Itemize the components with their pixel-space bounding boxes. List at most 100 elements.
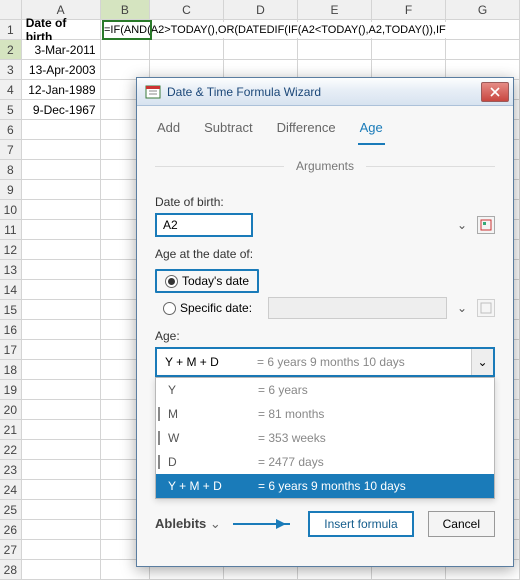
cell[interactable] (22, 260, 101, 280)
cell[interactable] (22, 340, 101, 360)
chevron-down-icon[interactable]: ⌄ (455, 218, 469, 232)
brand-label[interactable]: Ablebits ⌄ (155, 516, 221, 532)
close-button[interactable] (481, 82, 509, 102)
cell[interactable] (22, 440, 101, 460)
cell[interactable] (22, 220, 101, 240)
col-header-C[interactable]: C (150, 0, 224, 20)
row-header[interactable]: 15 (0, 300, 22, 320)
option-d[interactable]: D= 2477 days (156, 450, 494, 474)
date-time-wizard-dialog: Date & Time Formula Wizard Add Subtract … (136, 77, 514, 567)
tab-age[interactable]: Age (358, 116, 385, 145)
tab-subtract[interactable]: Subtract (202, 116, 254, 145)
wizard-tabs: Add Subtract Difference Age (137, 106, 513, 145)
tab-add[interactable]: Add (155, 116, 182, 145)
radio-checked-icon (165, 275, 178, 288)
row-header[interactable]: 6 (0, 120, 22, 140)
arguments-separator: Arguments (155, 159, 495, 173)
row-header[interactable]: 20 (0, 400, 22, 420)
dob-label: Date of birth: (155, 195, 495, 209)
row-header[interactable]: 16 (0, 320, 22, 340)
col-header-F[interactable]: F (372, 0, 446, 20)
cell[interactable]: 13-Apr-2003 (22, 60, 101, 80)
cell[interactable] (22, 560, 101, 580)
row-header[interactable]: 1 (0, 20, 22, 40)
cell[interactable] (22, 420, 101, 440)
cell[interactable]: 3-Mar-2011 (22, 40, 101, 60)
row-header[interactable]: 23 (0, 460, 22, 480)
tab-difference[interactable]: Difference (275, 116, 338, 145)
cell[interactable] (224, 40, 298, 60)
insert-formula-button[interactable]: Insert formula (308, 511, 413, 537)
option-m[interactable]: M= 81 months (156, 402, 494, 426)
cell[interactable] (22, 200, 101, 220)
cell[interactable] (372, 40, 446, 60)
select-all-corner[interactable] (0, 0, 22, 20)
row-header[interactable]: 11 (0, 220, 22, 240)
row-header[interactable]: 4 (0, 80, 22, 100)
cell[interactable] (101, 40, 150, 60)
dob-input[interactable] (155, 213, 253, 237)
cell[interactable] (22, 120, 101, 140)
cell[interactable] (298, 40, 372, 60)
cell[interactable]: 9-Dec-1967 (22, 100, 101, 120)
option-w[interactable]: W= 353 weeks (156, 426, 494, 450)
cell[interactable] (22, 160, 101, 180)
radio-specific-date[interactable]: Specific date: (155, 298, 260, 318)
row-header[interactable]: 2 (0, 40, 22, 60)
row-header[interactable]: 10 (0, 200, 22, 220)
range-picker-button[interactable] (477, 216, 495, 234)
row-header[interactable]: 12 (0, 240, 22, 260)
cell[interactable] (22, 240, 101, 260)
cell[interactable] (22, 140, 101, 160)
cell[interactable] (22, 540, 101, 560)
row-header[interactable]: 24 (0, 480, 22, 500)
cell[interactable] (22, 360, 101, 380)
row-header[interactable]: 18 (0, 360, 22, 380)
option-ymd[interactable]: Y + M + D= 6 years 9 months 10 days (156, 474, 494, 498)
col-header-G[interactable]: G (446, 0, 520, 20)
cell-formula-display[interactable]: =IF(AND(A2>TODAY(),OR(DATEDIF(IF(A2<TODA… (104, 22, 514, 38)
cell[interactable] (446, 40, 520, 60)
row-header[interactable]: 28 (0, 560, 22, 580)
cell[interactable]: Date of birth (22, 20, 101, 40)
option-y[interactable]: Y= 6 years (156, 378, 494, 402)
radio-today[interactable]: Today's date (155, 269, 259, 293)
row-header[interactable]: 26 (0, 520, 22, 540)
row-header[interactable]: 3 (0, 60, 22, 80)
cancel-button[interactable]: Cancel (428, 511, 495, 537)
row-header[interactable]: 7 (0, 140, 22, 160)
cell[interactable] (22, 300, 101, 320)
cell[interactable] (22, 380, 101, 400)
cell[interactable] (22, 180, 101, 200)
row-header[interactable]: 14 (0, 280, 22, 300)
cell[interactable] (22, 320, 101, 340)
col-header-E[interactable]: E (298, 0, 372, 20)
row-header[interactable]: 25 (0, 500, 22, 520)
row-header[interactable]: 17 (0, 340, 22, 360)
cell[interactable] (22, 480, 101, 500)
row-header[interactable]: 22 (0, 440, 22, 460)
row-header[interactable]: 9 (0, 180, 22, 200)
dialog-titlebar[interactable]: Date & Time Formula Wizard (137, 78, 513, 106)
col-header-D[interactable]: D (224, 0, 298, 20)
chevron-down-icon[interactable]: ⌄ (471, 349, 493, 375)
row-header[interactable]: 8 (0, 160, 22, 180)
row-header[interactable]: 13 (0, 260, 22, 280)
arrow-annotation (233, 523, 290, 525)
cell[interactable] (22, 400, 101, 420)
row-header[interactable]: 21 (0, 420, 22, 440)
row-header[interactable]: 27 (0, 540, 22, 560)
age-format-combo[interactable]: Y + M + D = 6 years 9 months 10 days ⌄ (155, 347, 495, 377)
row-header[interactable]: 19 (0, 380, 22, 400)
cell[interactable] (150, 40, 224, 60)
cell[interactable] (22, 280, 101, 300)
cell[interactable] (22, 460, 101, 480)
radio-unchecked-icon (163, 302, 176, 315)
cell[interactable] (22, 520, 101, 540)
specific-date-input (268, 297, 447, 319)
row-header[interactable]: 5 (0, 100, 22, 120)
range-picker-button-disabled (477, 299, 495, 317)
col-header-B[interactable]: B (101, 0, 150, 20)
cell[interactable] (22, 500, 101, 520)
cell[interactable]: 12-Jan-1989 (22, 80, 101, 100)
